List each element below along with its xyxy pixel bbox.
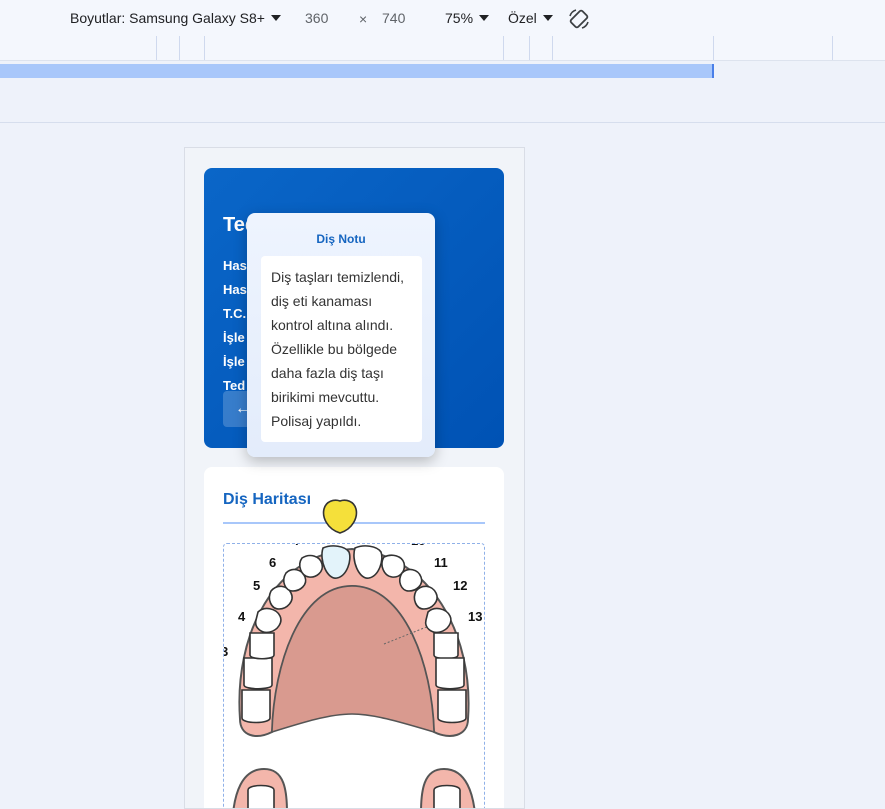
ruler-tick	[179, 36, 180, 60]
ruler-tick	[156, 36, 157, 60]
width-ruler-fill	[0, 64, 712, 78]
zoom-select[interactable]: 75%	[445, 9, 489, 27]
toolbar-divider	[0, 122, 885, 123]
tooth[interactable]	[426, 609, 451, 633]
chevron-down-icon	[271, 15, 281, 21]
tooth-number: 12	[453, 578, 467, 593]
tooth[interactable]	[438, 690, 466, 723]
tooth[interactable]	[250, 633, 274, 659]
info-row-patient-2: Has	[223, 282, 247, 297]
tooth[interactable]	[414, 586, 437, 609]
tooth-number: 5	[253, 578, 260, 593]
tooth[interactable]	[242, 690, 270, 723]
ruler-tick	[552, 36, 553, 60]
ruler-tick	[503, 36, 504, 60]
tooth[interactable]	[300, 556, 323, 578]
tooth-number: 11	[434, 555, 448, 570]
chevron-down-icon	[479, 15, 489, 21]
tooth-map-title: Diş Haritası	[223, 491, 311, 509]
ruler-tick	[204, 36, 205, 60]
info-row-tc: T.C.	[223, 306, 246, 321]
width-ruler[interactable]	[0, 61, 885, 81]
device-dimensions-label: Boyutlar: Samsung Galaxy S8+	[70, 10, 265, 26]
ruler-tick	[529, 36, 530, 60]
popover-text: Diş taşları temizlendi, diş eti kanaması…	[271, 265, 416, 433]
width-input[interactable]: 360	[305, 9, 328, 27]
ruler-tick	[832, 36, 833, 60]
media-query-ruler[interactable]	[0, 36, 885, 61]
dimension-separator: ×	[359, 10, 367, 28]
throttle-select[interactable]: Özel	[508, 9, 553, 27]
tooth-map: 3 4 5 6 7 10 11 12 13	[223, 543, 485, 809]
tooth[interactable]	[436, 658, 464, 689]
popover-title: Diş Notu	[247, 232, 435, 246]
tooth-number: 6	[269, 555, 276, 570]
tooth[interactable]	[244, 658, 272, 689]
device-toolbar: Boyutlar: Samsung Galaxy S8+ 360 × 740 7…	[0, 0, 885, 37]
tooth-note-popover: Diş Notu Diş taşları temizlendi, diş eti…	[247, 213, 435, 457]
tooth-number: 4	[238, 609, 246, 624]
height-input[interactable]: 740	[382, 9, 405, 27]
rotate-icon[interactable]	[567, 7, 591, 31]
selected-tooth-marker[interactable]	[319, 497, 361, 539]
tooth[interactable]	[434, 633, 458, 659]
zoom-label: 75%	[445, 10, 473, 26]
tooth-number: 7	[294, 544, 301, 548]
tooth-number: 3	[224, 644, 228, 659]
tooth-number: 10	[411, 544, 425, 548]
tooth[interactable]	[434, 786, 460, 809]
info-row-procedure-2: İşle	[223, 354, 245, 369]
device-dimensions-select[interactable]: Boyutlar: Samsung Galaxy S8+	[70, 9, 281, 27]
popover-body: Diş taşları temizlendi, diş eti kanaması…	[261, 256, 422, 442]
tooth[interactable]	[248, 786, 274, 809]
info-row-procedure: İşle	[223, 330, 245, 345]
throttle-label: Özel	[508, 10, 537, 26]
info-row-patient: Has	[223, 258, 247, 273]
tooth[interactable]	[256, 609, 281, 633]
ruler-tick	[713, 36, 714, 60]
chevron-down-icon	[543, 15, 553, 21]
width-ruler-handle[interactable]	[712, 64, 714, 78]
highlighted-tooth[interactable]	[324, 500, 357, 533]
tooth-number: 13	[468, 609, 482, 624]
dental-chart: 3 4 5 6 7 10 11 12 13	[224, 544, 484, 809]
